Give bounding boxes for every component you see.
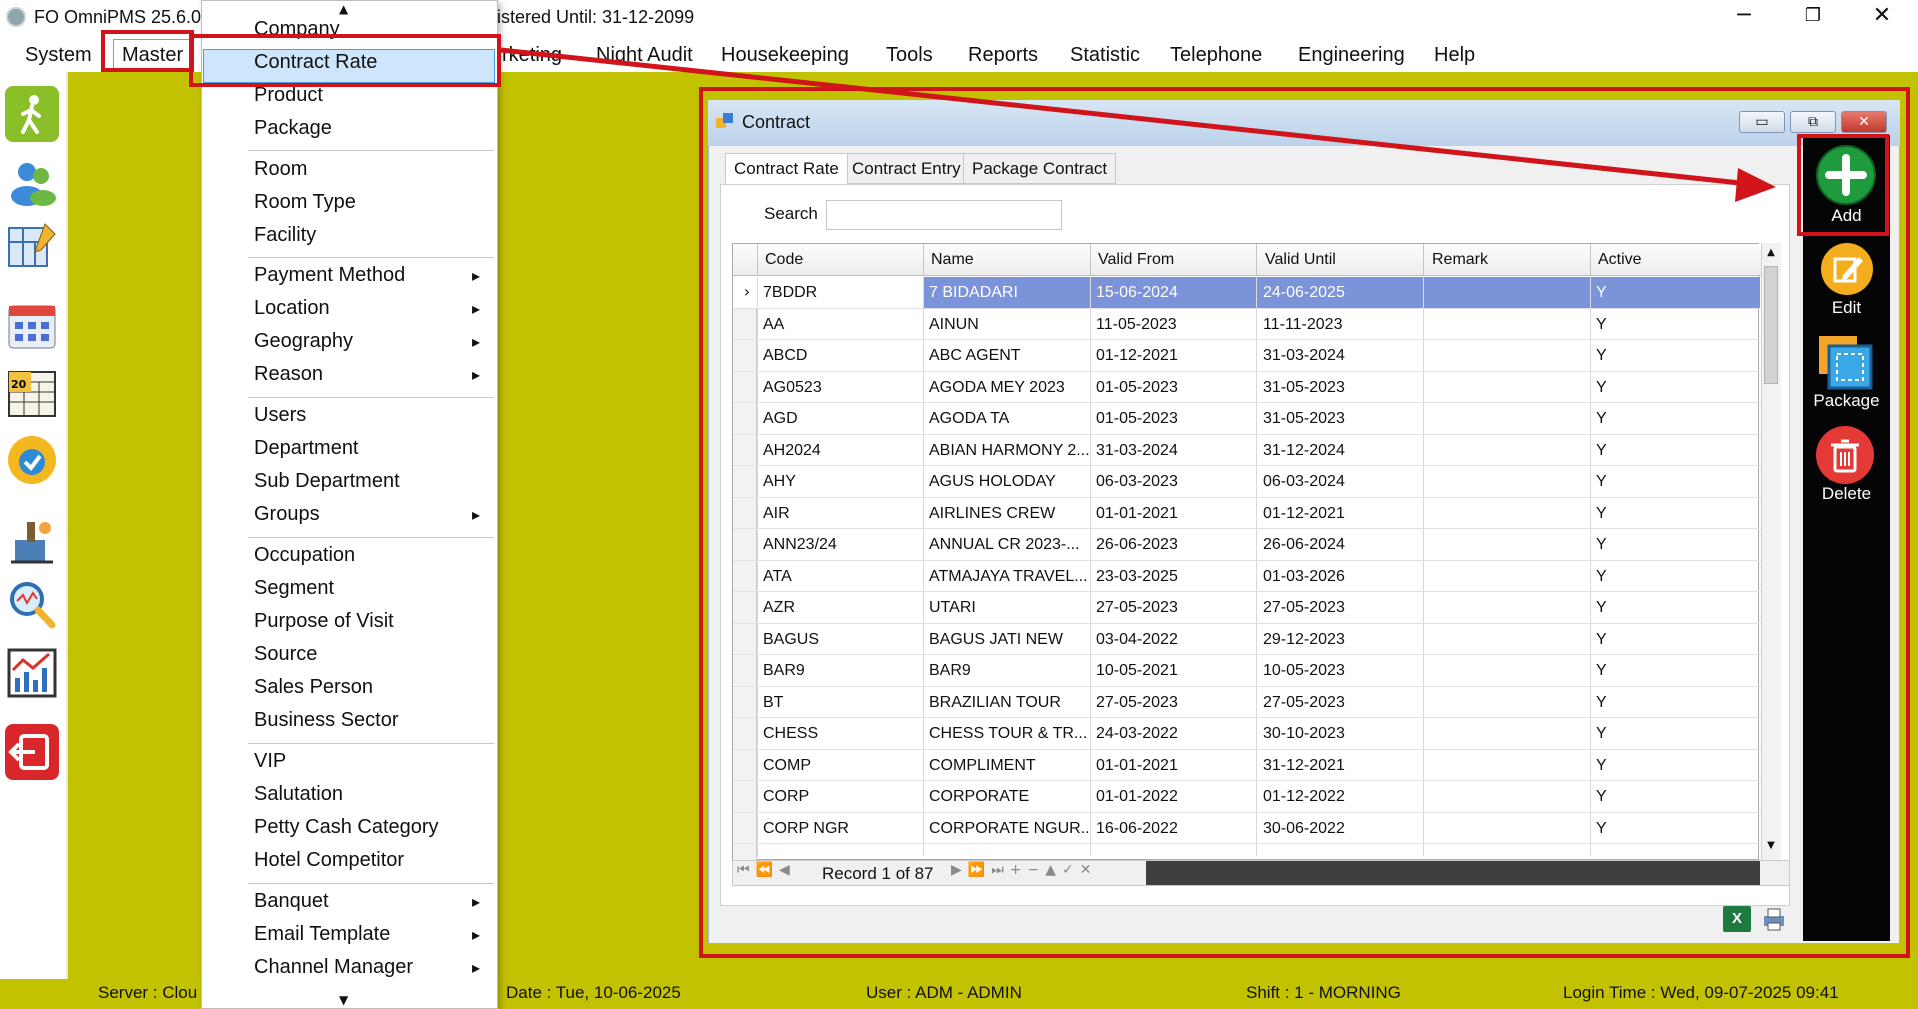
guests-icon[interactable] bbox=[5, 152, 59, 208]
yearly-calendar-icon[interactable]: 20 bbox=[5, 364, 59, 420]
submenu-arrow-icon: ▸ bbox=[472, 266, 481, 285]
svg-text:20: 20 bbox=[11, 378, 27, 391]
status-date: Date : Tue, 10-06-2025 bbox=[506, 983, 681, 1002]
dropdown-item-product[interactable]: Product bbox=[254, 84, 323, 107]
menu-separator bbox=[248, 257, 494, 258]
calendar-grid-icon[interactable] bbox=[5, 298, 59, 354]
submenu-arrow-icon: ▸ bbox=[472, 299, 481, 318]
app-logo-icon bbox=[6, 7, 26, 27]
dropdown-item-room-type[interactable]: Room Type bbox=[254, 191, 356, 214]
dropdown-item-vip[interactable]: VIP bbox=[254, 750, 286, 773]
submenu-arrow-icon: ▸ bbox=[472, 365, 481, 384]
menu-telephone[interactable]: Telephone bbox=[1162, 41, 1270, 69]
menu-night-audit[interactable]: Night Audit bbox=[588, 41, 701, 69]
status-user: User : ADM - ADMIN bbox=[866, 983, 1022, 1002]
submenu-arrow-icon: ▸ bbox=[472, 958, 481, 977]
dropdown-item-facility[interactable]: Facility bbox=[254, 224, 316, 247]
logout-icon[interactable] bbox=[5, 724, 59, 780]
walk-in-icon[interactable] bbox=[5, 86, 59, 142]
statistics-chart-icon[interactable] bbox=[5, 644, 59, 700]
current-row-indicator-icon: › bbox=[743, 282, 751, 301]
submenu-arrow-icon: ▸ bbox=[472, 332, 481, 351]
dropdown-item-room[interactable]: Room bbox=[254, 158, 307, 181]
housekeeping-icon[interactable] bbox=[5, 510, 59, 566]
search-analysis-icon[interactable] bbox=[5, 575, 59, 631]
dropdown-item-users[interactable]: Users bbox=[254, 404, 306, 427]
tab-contract-rate[interactable]: Contract Rate bbox=[725, 153, 848, 184]
available-check-icon[interactable] bbox=[5, 432, 59, 488]
menu-scroll-down-icon[interactable]: ▼ bbox=[339, 993, 348, 1007]
dropdown-item-hotel-competitor[interactable]: Hotel Competitor bbox=[254, 849, 404, 872]
dropdown-item-petty-cash-category[interactable]: Petty Cash Category bbox=[254, 816, 439, 839]
submenu-arrow-icon: ▸ bbox=[472, 892, 481, 911]
dropdown-item-occupation[interactable]: Occupation bbox=[254, 544, 355, 567]
menu-separator bbox=[248, 883, 494, 884]
dropdown-item-email-template[interactable]: Email Template bbox=[254, 923, 390, 946]
dropdown-item-channel-manager[interactable]: Channel Manager bbox=[254, 956, 413, 979]
dropdown-item-sub-department[interactable]: Sub Department bbox=[254, 470, 400, 493]
dropdown-item-sales-person[interactable]: Sales Person bbox=[254, 676, 373, 699]
menu-help[interactable]: Help bbox=[1426, 41, 1483, 69]
annotation-box-contract-rate bbox=[189, 34, 501, 87]
menu-reports[interactable]: Reports bbox=[960, 41, 1046, 69]
dropdown-item-banquet[interactable]: Banquet bbox=[254, 890, 329, 913]
status-shift: Shift : 1 - MORNING bbox=[1246, 983, 1401, 1002]
submenu-arrow-icon: ▸ bbox=[472, 505, 481, 524]
dropdown-item-segment[interactable]: Segment bbox=[254, 577, 334, 600]
menu-housekeeping[interactable]: Housekeeping bbox=[713, 41, 857, 69]
window-title-registered: istered Until: 31-12-2099 bbox=[497, 7, 695, 27]
annotation-box-master bbox=[101, 30, 194, 72]
dropdown-item-business-sector[interactable]: Business Sector bbox=[254, 709, 399, 732]
annotation-box-contract-window bbox=[699, 87, 1910, 958]
dropdown-item-reason[interactable]: Reason bbox=[254, 363, 323, 386]
dropdown-item-package[interactable]: Package bbox=[254, 117, 332, 140]
dropdown-item-groups[interactable]: Groups bbox=[254, 503, 320, 526]
dropdown-item-payment-method[interactable]: Payment Method bbox=[254, 264, 405, 287]
menu-scroll-up-icon[interactable]: ▲ bbox=[339, 2, 348, 16]
menu-separator bbox=[248, 397, 494, 398]
menu-separator bbox=[248, 743, 494, 744]
menu-tools[interactable]: Tools bbox=[878, 41, 941, 69]
submenu-arrow-icon: ▸ bbox=[472, 925, 481, 944]
annotation-box-add bbox=[1797, 134, 1889, 236]
menu-separator bbox=[248, 150, 494, 151]
maximize-button[interactable]: ❐ bbox=[1785, 0, 1841, 34]
menu-statistic[interactable]: Statistic bbox=[1062, 41, 1148, 69]
dropdown-item-salutation[interactable]: Salutation bbox=[254, 783, 343, 806]
menu-marketing[interactable]: rketing bbox=[494, 41, 570, 69]
status-server: Server : Clou bbox=[98, 983, 198, 1002]
dropdown-item-source[interactable]: Source bbox=[254, 643, 317, 666]
minimize-button[interactable]: ─ bbox=[1716, 0, 1772, 34]
close-button[interactable]: ✕ bbox=[1854, 0, 1910, 34]
menu-engineering[interactable]: Engineering bbox=[1290, 41, 1413, 69]
dropdown-item-purpose-of-visit[interactable]: Purpose of Visit bbox=[254, 610, 394, 633]
menu-separator bbox=[248, 537, 494, 538]
dropdown-item-location[interactable]: Location bbox=[254, 297, 330, 320]
dropdown-item-department[interactable]: Department bbox=[254, 437, 359, 460]
room-plan-icon[interactable] bbox=[5, 218, 59, 274]
window-title: FO OmniPMS 25.6.0.0 bbox=[34, 7, 217, 27]
status-login-time: Login Time : Wed, 09-07-2025 09:41 bbox=[1563, 983, 1839, 1002]
dropdown-item-geography[interactable]: Geography bbox=[254, 330, 353, 353]
menu-system[interactable]: System bbox=[17, 41, 100, 69]
